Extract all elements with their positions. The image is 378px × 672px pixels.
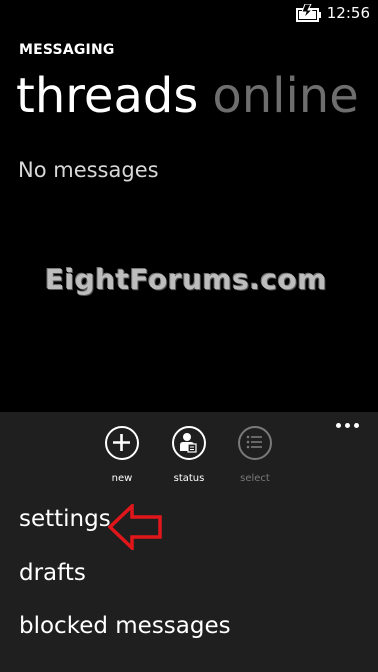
pivot-tab-online[interactable]: online bbox=[212, 66, 358, 126]
new-button-label: new bbox=[111, 473, 133, 484]
select-button-label: select bbox=[240, 473, 270, 484]
red-arrow-icon bbox=[108, 504, 162, 550]
new-button[interactable]: new bbox=[97, 426, 147, 485]
add-icon bbox=[105, 426, 139, 460]
person-status-icon bbox=[172, 426, 206, 460]
empty-state-text: No messages bbox=[18, 158, 159, 182]
select-list-icon bbox=[238, 426, 272, 460]
clock: 12:56 bbox=[326, 4, 370, 22]
watermark: EightForums.com bbox=[45, 263, 328, 296]
app-bar: new status select settings drafts blocke… bbox=[0, 412, 378, 672]
status-bar: 12:56 bbox=[0, 0, 378, 28]
menu-item-drafts[interactable]: drafts bbox=[19, 558, 86, 588]
app-bar-buttons: new status select bbox=[0, 426, 378, 496]
pivot-tab-threads[interactable]: threads bbox=[16, 66, 198, 126]
pivot-header: threads online bbox=[16, 66, 373, 126]
app-title: MESSAGING bbox=[19, 42, 115, 58]
status-button[interactable]: status bbox=[164, 426, 214, 485]
status-button-label: status bbox=[173, 473, 205, 484]
battery-charging-icon bbox=[296, 4, 321, 22]
select-button[interactable]: select bbox=[230, 426, 280, 485]
menu-item-settings[interactable]: settings bbox=[19, 504, 111, 534]
menu-item-blocked-messages[interactable]: blocked messages bbox=[19, 611, 231, 641]
